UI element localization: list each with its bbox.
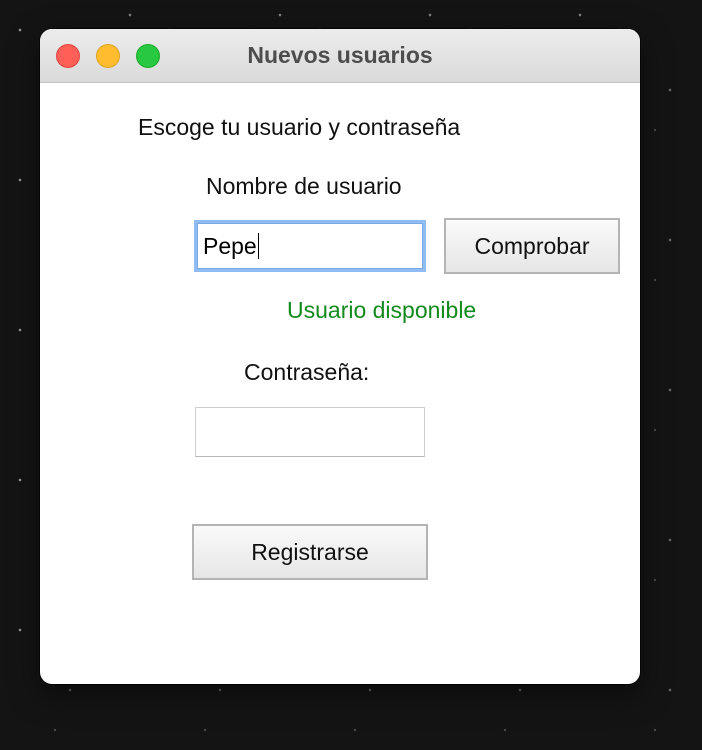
title-bar[interactable]: Nuevos usuarios (40, 29, 640, 83)
username-label: Nombre de usuario (206, 173, 402, 199)
password-label: Contraseña: (244, 359, 370, 385)
text-caret (257, 233, 259, 259)
register-button[interactable]: Registrarse (192, 524, 428, 580)
availability-status: Usuario disponible (287, 297, 477, 323)
form-heading: Escoge tu usuario y contraseña (138, 114, 461, 140)
username-value: Pepe (203, 232, 257, 259)
username-input[interactable]: Pepe (194, 220, 426, 272)
window-title: Nuevos usuarios (247, 42, 433, 68)
new-users-window: Nuevos usuarios Escoge tu usuario y cont… (40, 29, 640, 684)
check-username-button[interactable]: Comprobar (444, 218, 620, 274)
password-input[interactable] (195, 407, 425, 457)
